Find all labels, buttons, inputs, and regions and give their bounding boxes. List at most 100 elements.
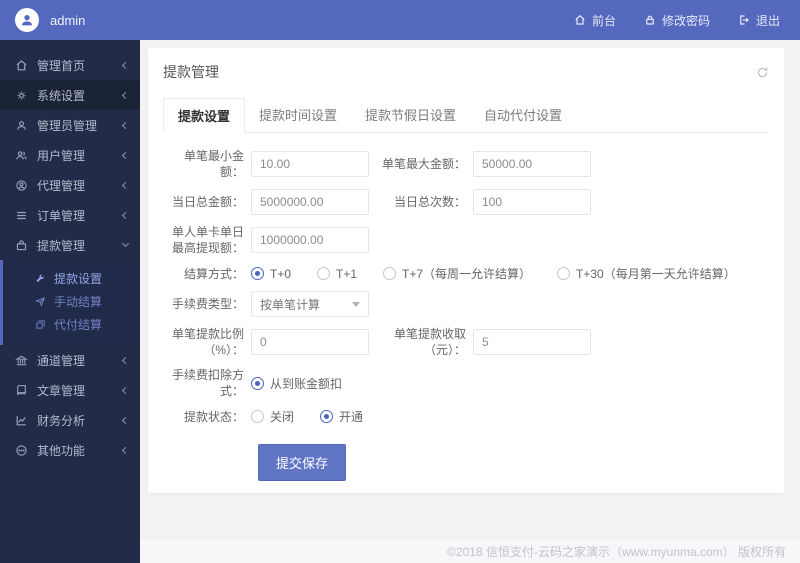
sidebar-item-label: 管理员管理 (37, 118, 98, 133)
withdraw-management-card: 提款管理 提款设置 提款时间设置 提款节假日设置 自动代付设置 单笔最小金额： … (148, 48, 784, 493)
daily-total-label: 当日总金额： (171, 195, 244, 209)
chevron-down-icon (121, 239, 130, 248)
chevron-left-icon (121, 416, 130, 424)
settle-mode-option-t1[interactable]: T+1 (317, 267, 357, 281)
per-card-max-label: 单人单卡单日最高提现额： (171, 225, 244, 255)
radio-icon (251, 410, 264, 423)
fee-deduct-option-arrival[interactable]: 从到账金额扣 (251, 375, 342, 392)
fee-percent-label: 单笔提款比例（%）： (171, 327, 244, 357)
bank-icon (15, 354, 28, 367)
fee-type-select[interactable]: 按单笔计算 (251, 291, 369, 317)
sidebar-item-label: 管理首页 (37, 58, 86, 73)
chevron-left-icon (121, 211, 130, 219)
max-amount-input[interactable] (473, 151, 591, 177)
home-icon (574, 14, 586, 26)
caret-down-icon (352, 301, 360, 307)
sidebar-item-label: 文章管理 (37, 383, 86, 398)
sidebar-subitem-agentpay-settlement[interactable]: 代付结算 (3, 313, 140, 336)
sidebar-item-finance-analysis[interactable]: 财务分析 (0, 405, 140, 435)
status-option-open[interactable]: 开通 (320, 408, 363, 425)
fee-fixed-input[interactable] (473, 329, 591, 355)
settle-mode-options: T+0 T+1 T+7（每周一允许结算） T+30（每月第一天允许结算） (251, 265, 736, 282)
sidebar-subitem-withdraw-settings[interactable]: 提款设置 (3, 267, 140, 290)
fee-type-label: 手续费类型： (171, 297, 244, 311)
sidebar-item-label: 财务分析 (37, 413, 86, 428)
sidebar-item-admin-management[interactable]: 管理员管理 (0, 110, 140, 140)
sidebar-item-user-management[interactable]: 用户管理 (0, 140, 140, 170)
tab-auto-agentpay-settings[interactable]: 自动代付设置 (470, 98, 576, 133)
settle-mode-option-t30[interactable]: T+30（每月第一天允许结算） (557, 265, 736, 282)
avatar (15, 8, 39, 32)
sidebar-subitem-manual-settlement[interactable]: 手动结算 (3, 290, 140, 313)
card-header: 提款管理 (148, 48, 784, 90)
min-amount-input[interactable] (251, 151, 369, 177)
frontend-link[interactable]: 前台 (574, 12, 616, 29)
radio-icon (383, 267, 397, 280)
logout-label: 退出 (755, 13, 780, 28)
main-content: 提款管理 提款设置 提款时间设置 提款节假日设置 自动代付设置 单笔最小金额： … (140, 40, 800, 563)
daily-total-input[interactable] (251, 189, 369, 215)
sidebar-item-label: 系统设置 (37, 88, 86, 103)
sidebar-item-order-management[interactable]: 订单管理 (0, 200, 140, 230)
sidebar-item-agent-management[interactable]: 代理管理 (0, 170, 140, 200)
withdraw-settings-form: 单笔最小金额： 单笔最大金额： 当日总金额： 当日总次数： 单人单卡单日最高提现… (148, 133, 784, 491)
daily-count-label: 当日总次数： (393, 195, 466, 209)
daily-count-input[interactable] (473, 189, 591, 215)
sidebar-item-label: 代理管理 (37, 178, 86, 193)
max-amount-label: 单笔最大金额： (381, 157, 466, 171)
change-password-label: 修改密码 (661, 13, 710, 28)
send-icon (35, 296, 46, 307)
withdraw-bag-icon (15, 239, 28, 252)
settle-mode-option-t0[interactable]: T+0 (251, 267, 291, 281)
tab-withdraw-settings[interactable]: 提款设置 (163, 98, 246, 133)
sidebar-item-channel-management[interactable]: 通道管理 (0, 345, 140, 375)
home-icon (15, 59, 28, 72)
orders-list-icon (15, 209, 28, 222)
footer: ©2018 信恒支付-云码之家演示（www.myunma.com） 版权所有 (140, 540, 800, 563)
sidebar-item-system-settings[interactable]: 系统设置 (0, 80, 140, 110)
sidebar-item-label: 通道管理 (37, 353, 86, 368)
chevron-left-icon (121, 446, 130, 454)
sidebar-item-other-functions[interactable]: 其他功能 (0, 435, 140, 465)
book-icon (15, 384, 28, 397)
radio-icon (320, 410, 334, 423)
fee-percent-input[interactable] (251, 329, 369, 355)
settle-mode-option-t7[interactable]: T+7（每周一允许结算） (383, 265, 531, 282)
logout-link[interactable]: 退出 (738, 12, 780, 29)
submit-save-button[interactable]: 提交保存 (258, 444, 347, 481)
chevron-left-icon (121, 61, 130, 69)
sidebar-item-article-management[interactable]: 文章管理 (0, 375, 140, 405)
change-password-link[interactable]: 修改密码 (644, 12, 710, 29)
chevron-left-icon (121, 121, 130, 129)
sidebar-item-withdraw-management[interactable]: 提款管理 (0, 230, 140, 260)
withdraw-submenu: 提款设置 手动结算 代付结算 (0, 260, 140, 345)
status-option-closed[interactable]: 关闭 (251, 408, 294, 425)
radio-icon (251, 267, 264, 280)
copyright-text: ©2018 信恒支付-云码之家演示（www.myunma.com） 版权所有 (447, 545, 786, 559)
sidebar: 管理首页 系统设置 管理员管理 用户管理 代理管理 订单管理 提款管理 提款设置 (0, 40, 140, 563)
admin-user-icon (15, 119, 28, 132)
sidebar-item-label: 其他功能 (37, 443, 86, 458)
withdraw-status-options: 关闭 开通 (251, 408, 363, 425)
agent-icon (15, 179, 28, 192)
refresh-icon[interactable] (756, 66, 769, 79)
signout-icon (738, 14, 750, 26)
sidebar-item-dashboard[interactable]: 管理首页 (0, 50, 140, 80)
sidebar-subitem-label: 手动结算 (54, 295, 103, 309)
chart-icon (15, 414, 28, 427)
circle-more-icon (15, 444, 28, 457)
tab-withdraw-holiday-settings[interactable]: 提款节假日设置 (351, 98, 470, 133)
frontend-label: 前台 (591, 13, 616, 28)
tab-withdraw-time-settings[interactable]: 提款时间设置 (245, 98, 351, 133)
chevron-left-icon (121, 91, 130, 99)
user-brand[interactable]: admin (0, 8, 140, 32)
sidebar-item-label: 订单管理 (37, 208, 86, 223)
chevron-left-icon (121, 386, 130, 394)
per-card-max-input[interactable] (251, 227, 369, 253)
sidebar-subitem-label: 代付结算 (54, 318, 103, 332)
users-icon (15, 149, 28, 162)
chevron-left-icon (121, 181, 130, 189)
page-title: 提款管理 (163, 64, 219, 80)
username-label: admin (50, 12, 86, 28)
radio-icon (251, 376, 264, 390)
